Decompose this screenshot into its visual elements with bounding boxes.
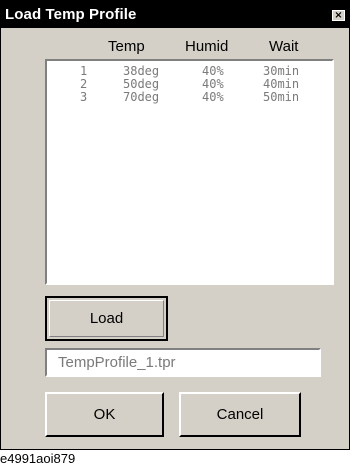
title-bar[interactable]: Load Temp Profile × [1,1,349,28]
column-header-humid: Humid [185,38,229,55]
close-icon: × [334,10,343,21]
profile-list[interactable]: 1 38deg 40% 30min 2 50deg 40% 40min 3 70… [45,59,334,285]
ok-button-label: OK [93,406,116,423]
row-index: 3 [80,90,88,104]
cancel-button-label: Cancel [216,406,264,423]
file-name-field[interactable]: TempProfile_1.tpr [45,348,321,377]
figure-caption: e4991aoi879 [0,451,76,466]
row-temp: 70deg [123,90,160,104]
row-wait: 50min [263,90,300,104]
column-header-temp: Temp [108,38,145,55]
ok-button[interactable]: OK [45,392,164,437]
list-item[interactable]: 3 70deg 40% 50min [47,91,332,104]
cancel-button[interactable]: Cancel [179,392,301,437]
file-name-value: TempProfile_1.tpr [58,354,176,371]
load-temp-profile-dialog: Load Temp Profile × Temp Humid Wait 1 38… [0,0,350,450]
column-header-wait: Wait [269,38,299,55]
row-humid: 40% [202,90,224,104]
window-title: Load Temp Profile [5,6,137,23]
close-button[interactable]: × [332,10,345,21]
load-button[interactable]: Load [45,296,168,341]
load-button-label: Load [89,310,124,327]
